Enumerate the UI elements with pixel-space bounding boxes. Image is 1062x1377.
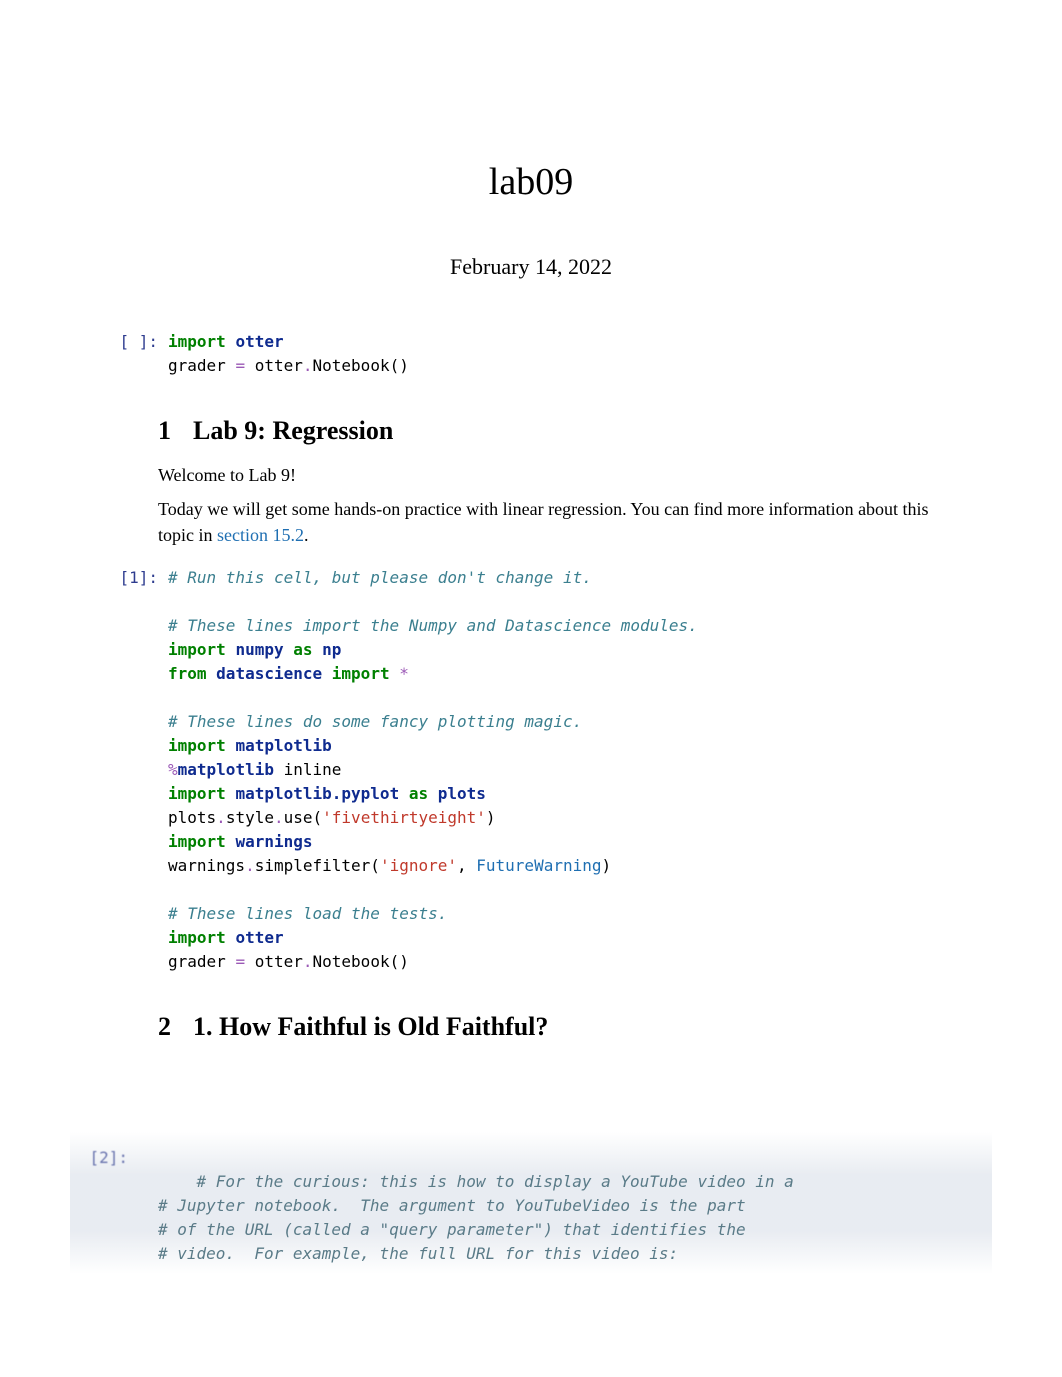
code-body: import otter grader = otter.Notebook() [168,330,962,378]
module-matplotlib: matplotlib [235,736,331,755]
kw-from: from [168,664,207,683]
comment: # Run this cell, but please don't change… [168,568,592,587]
code-cell-0: [ ]: import otter grader = otter.Noteboo… [100,330,962,378]
class-futurewarning: FutureWarning [476,856,601,875]
op-star: * [399,664,409,683]
text: . [304,525,309,545]
module-pyplot: matplotlib.pyplot [235,784,399,803]
op-dot: . [274,808,284,827]
var-grader: grader [168,356,235,375]
expr: otter [245,356,303,375]
op-eq: = [235,952,245,971]
section-title: 1. How Faithful is Old Faithful? [193,1012,548,1041]
paragraph-welcome: Welcome to Lab 9! [158,462,962,488]
section-heading-2: 2 1. How Faithful is Old Faithful? [158,1012,962,1042]
kw-import: import [168,736,226,755]
cell-prompt: [2]: [80,1146,128,1170]
magic-matplotlib: matplotlib [178,760,274,779]
op-dot: . [216,808,226,827]
kw-as: as [293,640,312,659]
preview-blur-strip: [2]: # For the curious: this is how to di… [70,1132,992,1274]
alias-np: np [322,640,341,659]
kw-import: import [168,928,226,947]
document-title: lab09 [100,160,962,204]
magic-arg: inline [274,760,341,779]
comment: # These lines import the Numpy and Datas… [168,616,698,635]
attr: style [226,808,274,827]
section-title: Lab 9: Regression [193,416,393,445]
link-section-15-2[interactable]: section 15.2 [217,525,304,545]
call: simplefilter( [255,856,380,875]
section-number: 1 [158,416,171,446]
module-datascience: datascience [216,664,322,683]
module-otter: otter [235,332,283,351]
comment: # These lines do some fancy plotting mag… [168,712,582,731]
op-dot: . [245,856,255,875]
comment: # These lines load the tests. [168,904,447,923]
string: 'fivethirtyeight' [322,808,486,827]
op-percent: % [168,760,178,779]
op-eq: = [235,356,245,375]
kw-as: as [409,784,428,803]
module-warnings: warnings [235,832,312,851]
paren: ) [602,856,612,875]
code-body: # Run this cell, but please don't change… [168,566,962,974]
comment: # of the URL (called a "query parameter"… [158,1220,746,1239]
cell-prompt: [1]: [100,566,168,590]
comment: # video. For example, the full URL for t… [158,1244,678,1263]
op-dot: . [303,952,313,971]
obj: warnings [168,856,245,875]
page: lab09 February 14, 2022 [ ]: import otte… [0,0,1062,1377]
kw-import: import [168,640,226,659]
string: 'ignore' [380,856,457,875]
call-notebook: Notebook() [313,952,409,971]
section-heading-1: 1 Lab 9: Regression [158,416,962,446]
kw-import: import [332,664,390,683]
op-dot: . [303,356,313,375]
code-cell-1: [1]: # Run this cell, but please don't c… [100,566,962,974]
call: use( [284,808,323,827]
comment: # Jupyter notebook. The argument to YouT… [158,1196,746,1215]
alias-plots: plots [438,784,486,803]
document-date: February 14, 2022 [100,254,962,280]
cell-prompt: [ ]: [100,330,168,354]
kw-import: import [168,832,226,851]
comma: , [457,856,476,875]
kw-import: import [168,332,226,351]
obj: plots [168,808,216,827]
kw-import: import [168,784,226,803]
expr: otter [245,952,303,971]
paragraph-intro: Today we will get some hands-on practice… [158,496,962,548]
call-notebook: Notebook() [313,356,409,375]
section-number: 2 [158,1012,171,1042]
comment: # For the curious: this is how to displa… [197,1172,794,1191]
paren: ) [486,808,496,827]
var-grader: grader [168,952,235,971]
module-numpy: numpy [235,640,283,659]
module-otter: otter [235,928,283,947]
